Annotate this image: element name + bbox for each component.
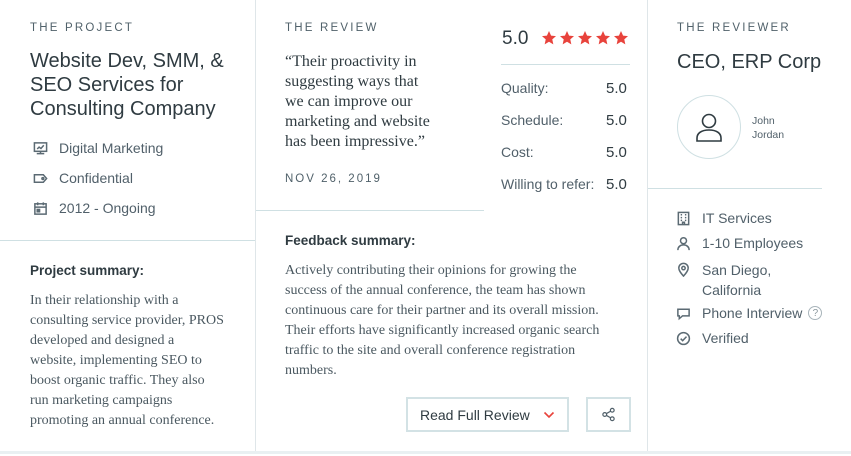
project-meta-timeline: 2012 - Ongoing [32, 200, 156, 216]
quote-line: “Their proactivity in [285, 53, 417, 70]
star-icon [578, 31, 592, 45]
project-title-line: Consulting Company [30, 98, 216, 120]
cost-value: 5.0 [606, 144, 627, 161]
share-button[interactable] [586, 397, 631, 432]
reviewer-interview-type: Phone Interview ? [675, 305, 823, 321]
user-avatar-icon [696, 113, 722, 142]
feedback-line: success of the annual conference, the te… [285, 283, 586, 298]
building-icon [675, 210, 691, 226]
project-title: Website Dev, SMM, & SEO Services for Con… [30, 49, 224, 121]
section-divider [648, 188, 822, 189]
calendar-icon [32, 200, 48, 216]
project-summary-text: In their relationship with a consulting … [30, 291, 224, 431]
cost-label: Cost: [501, 144, 534, 160]
star-icon [596, 31, 610, 45]
project-eyebrow: THE PROJECT [30, 22, 135, 34]
location-text: San Diego, California [702, 260, 771, 300]
feedback-summary-label: Feedback summary: [285, 233, 416, 248]
review-eyebrow: THE REVIEW [285, 22, 379, 34]
project-summary-label: Project summary: [30, 263, 145, 278]
reviewer-role: CEO, ERP Corp [677, 51, 822, 73]
reviewer-eyebrow: THE REVIEWER [677, 22, 791, 34]
reviewer-name-line: John [752, 115, 775, 127]
schedule-label: Schedule: [501, 112, 564, 128]
quote-line: suggesting ways that [285, 73, 419, 90]
star-icon [614, 31, 628, 45]
summary-line: consulting service provider, PROS [30, 313, 224, 328]
section-divider [256, 210, 484, 211]
project-title-line: SEO Services for [30, 74, 184, 96]
timeline-text: 2012 - Ongoing [59, 200, 156, 216]
quote-line: we can improve our [285, 93, 413, 110]
location-line: San Diego, [702, 262, 772, 278]
reviewer-location: San Diego, California [675, 260, 771, 300]
company-size-text: 1-10 Employees [702, 235, 804, 251]
review-date: NOV 26, 2019 [285, 173, 382, 185]
willing-to-refer-value: 5.0 [606, 176, 627, 193]
industry-text: IT Services [702, 210, 772, 226]
section-divider [501, 64, 630, 65]
star-icon [542, 31, 556, 45]
reviewer-verification: Verified [675, 330, 749, 346]
summary-line: promoting an annual conference. [30, 413, 215, 428]
project-title-line: Website Dev, SMM, & [30, 50, 224, 72]
column-divider [647, 0, 648, 451]
service-focus-text: Digital Marketing [59, 140, 164, 156]
verified-text: Verified [702, 330, 749, 346]
quality-label: Quality: [501, 80, 549, 96]
interview-type-text: Phone Interview [702, 305, 803, 321]
avatar [677, 95, 741, 159]
quote-line: has been impressive.” [285, 133, 425, 150]
review-card: THE PROJECT Website Dev, SMM, & SEO Serv… [0, 0, 851, 456]
feedback-summary-text: Actively contributing their opinions for… [285, 261, 599, 381]
summary-line: In their relationship with a [30, 293, 179, 308]
card-bottom-border [0, 451, 851, 454]
help-icon[interactable]: ? [808, 306, 823, 320]
quote-line: marketing and website [285, 113, 430, 130]
location-pin-icon [675, 261, 691, 277]
presentation-icon [32, 140, 48, 156]
reviewer-name: John Jordan [752, 114, 784, 142]
feedback-line: Their efforts have significantly increas… [285, 323, 600, 338]
section-divider [0, 240, 255, 241]
summary-line: run marketing campaigns [30, 393, 173, 408]
reviewer-industry: IT Services [675, 210, 772, 226]
budget-text: Confidential [59, 170, 133, 186]
location-line: California [702, 282, 762, 298]
overall-rating: 5.0 [502, 28, 529, 49]
summary-line: boost organic traffic. They also [30, 373, 205, 388]
feedback-line: numbers. [285, 363, 337, 378]
read-full-review-button[interactable]: Read Full Review [406, 397, 569, 432]
column-divider [255, 0, 256, 451]
reviewer-name-line: Jordan [752, 129, 785, 141]
star-icon [560, 31, 574, 45]
summary-line: developed and designed a [30, 333, 175, 348]
feedback-line: continuous care for their partner and it… [285, 303, 599, 318]
project-meta-budget: Confidential [32, 170, 133, 186]
read-full-review-label: Read Full Review [420, 406, 530, 423]
share-icon [602, 407, 615, 422]
feedback-line: Actively contributing their opinions for… [285, 263, 577, 278]
willing-to-refer-label: Willing to refer: [501, 176, 595, 192]
chat-bubble-icon [675, 305, 691, 321]
quality-value: 5.0 [606, 80, 627, 97]
summary-line: website, implementing SEO to [30, 353, 202, 368]
tag-icon [32, 170, 48, 186]
star-rating [541, 30, 629, 46]
check-circle-icon [675, 330, 691, 346]
user-icon [675, 235, 691, 251]
chevron-down-icon [543, 411, 555, 419]
reviewer-company-size: 1-10 Employees [675, 235, 803, 251]
schedule-value: 5.0 [606, 112, 627, 129]
project-meta-service: Digital Marketing [32, 140, 163, 156]
feedback-line: traffic to the site and overall conferen… [285, 343, 576, 358]
review-quote: “Their proactivity in suggesting ways th… [285, 52, 430, 152]
